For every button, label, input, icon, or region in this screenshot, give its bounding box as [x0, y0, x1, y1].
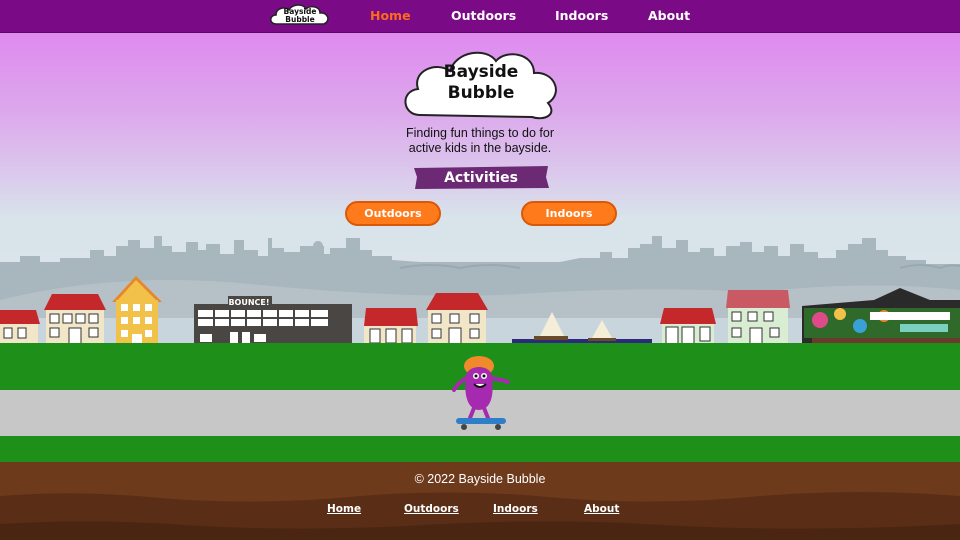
- outdoors-button[interactable]: Outdoors: [345, 201, 441, 226]
- bounce-sign: BOUNCE!: [228, 298, 269, 307]
- page-title-line2: Bubble: [447, 83, 515, 103]
- house-red-roof-3: [364, 308, 418, 348]
- page-title-line1: Bayside: [443, 62, 519, 82]
- house-red-roof-5: [660, 308, 716, 348]
- tagline-line1: Finding fun things to do for: [405, 126, 554, 140]
- page-title: Bayside Bubble: [398, 62, 564, 104]
- tagline: Finding fun things to do for active kids…: [380, 126, 580, 156]
- footer-link-about[interactable]: About: [584, 503, 619, 515]
- activities-banner: Activities: [412, 165, 550, 190]
- footer-link-outdoors[interactable]: Outdoors: [404, 503, 459, 515]
- copyright-text: © 2022 Bayside Bubble: [414, 472, 546, 486]
- house-pink-roof: [726, 290, 790, 348]
- footer-link-indoors[interactable]: Indoors: [493, 503, 538, 515]
- indoors-button[interactable]: Indoors: [521, 201, 617, 226]
- tagline-line2: active kids in the bayside.: [408, 141, 552, 155]
- footer-link-home[interactable]: Home: [327, 503, 361, 515]
- skateboard-character: [452, 356, 510, 430]
- house-red-roof-4: [426, 293, 488, 348]
- house-red-roof-2: [44, 294, 106, 348]
- activities-heading: Activities: [444, 169, 518, 186]
